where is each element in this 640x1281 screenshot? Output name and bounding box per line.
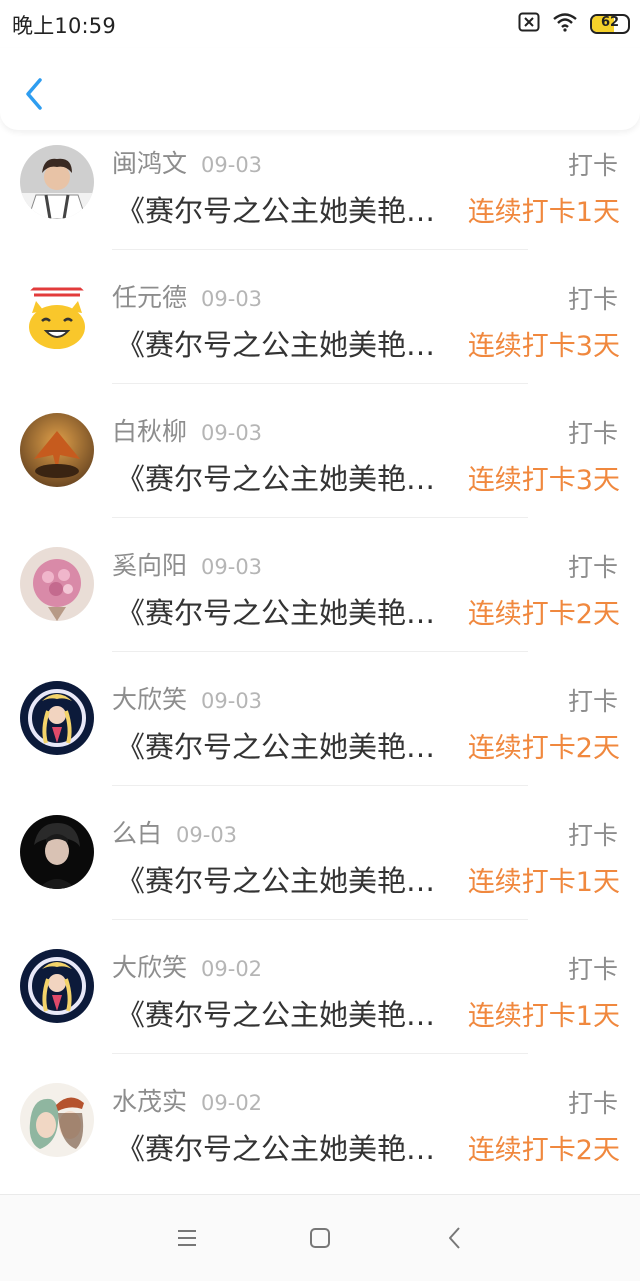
book-title: 《赛尔号之公主她美艳动人》 <box>116 1132 456 1166</box>
status-icons: 62 <box>518 10 630 38</box>
checkin-row[interactable]: 大欣笑 09-03 打卡 《赛尔号之公主她美艳动人》 连续打卡2天 <box>0 666 640 800</box>
book-title: 《赛尔号之公主她美艳动人》 <box>116 730 456 764</box>
avatar[interactable] <box>20 949 94 1023</box>
menu-button[interactable] <box>172 1223 202 1253</box>
divider <box>112 919 528 920</box>
checkin-action-label: 打卡 <box>567 553 618 582</box>
checkin-date: 09-03 <box>201 287 263 311</box>
checkin-row[interactable]: 任元德 09-03 打卡 《赛尔号之公主她美艳动人》 连续打卡3天 <box>0 264 640 398</box>
wifi-icon <box>552 12 578 36</box>
checkin-date: 09-03 <box>201 555 263 579</box>
checkin-date: 09-03 <box>201 421 263 445</box>
streak-label: 连续打卡2天 <box>467 1135 620 1166</box>
divider <box>112 517 528 518</box>
chevron-left-icon <box>26 78 42 110</box>
user-name: 水茂实 09-02 <box>112 1087 263 1116</box>
divider <box>112 383 528 384</box>
divider <box>112 249 528 250</box>
user-name: 白秋柳 09-03 <box>112 417 263 446</box>
checkin-action-label: 打卡 <box>567 419 618 448</box>
checkin-date: 09-03 <box>201 153 263 177</box>
status-bar: 晚上10:59 62 <box>0 0 640 48</box>
book-title: 《赛尔号之公主她美艳动人》 <box>116 328 456 362</box>
battery-icon: 62 <box>590 14 630 34</box>
streak-label: 连续打卡1天 <box>467 197 620 228</box>
avatar[interactable] <box>20 145 94 219</box>
book-title: 《赛尔号之公主她美艳动人》 <box>116 596 456 630</box>
checkin-action-label: 打卡 <box>567 955 618 984</box>
streak-label: 连续打卡2天 <box>467 599 620 630</box>
book-title: 《赛尔号之公主她美艳动人》 <box>116 998 456 1032</box>
system-back-button[interactable] <box>440 1223 470 1253</box>
app-bar <box>0 48 640 130</box>
avatar[interactable] <box>20 1083 94 1157</box>
divider <box>112 651 528 652</box>
checkin-action-label: 打卡 <box>567 1089 618 1118</box>
avatar[interactable] <box>20 413 94 487</box>
avatar[interactable] <box>20 815 94 889</box>
battery-level: 62 <box>600 15 620 30</box>
user-name: 大欣笑 09-02 <box>112 953 263 982</box>
checkin-row[interactable]: 大欣笑 09-02 打卡 《赛尔号之公主她美艳动人》 连续打卡1天 <box>0 934 640 1068</box>
back-triangle-icon <box>449 1227 460 1249</box>
book-title: 《赛尔号之公主她美艳动人》 <box>116 194 456 228</box>
avatar[interactable] <box>20 279 94 353</box>
checkin-action-label: 打卡 <box>567 285 618 314</box>
menu-icon <box>178 1230 196 1246</box>
checkin-date: 09-03 <box>201 689 263 713</box>
checkin-row[interactable]: 水茂实 09-02 打卡 《赛尔号之公主她美艳动人》 连续打卡2天 <box>0 1068 640 1194</box>
checkin-list: 闽鸿文 09-03 打卡 《赛尔号之公主她美艳动人》 连续打卡1天 任元德 09-0… <box>0 130 640 1194</box>
book-title: 《赛尔号之公主她美艳动人》 <box>116 462 456 496</box>
checkin-action-label: 打卡 <box>567 151 618 180</box>
avatar[interactable] <box>20 547 94 621</box>
checkin-action-label: 打卡 <box>567 687 618 716</box>
checkin-row[interactable]: 闽鸿文 09-03 打卡 《赛尔号之公主她美艳动人》 连续打卡1天 <box>0 130 640 264</box>
checkin-date: 09-02 <box>201 1091 263 1115</box>
divider <box>112 1053 528 1054</box>
user-name: 闽鸿文 09-03 <box>112 149 263 178</box>
streak-label: 连续打卡3天 <box>467 465 620 496</box>
user-name: 奚向阳 09-03 <box>112 551 263 580</box>
user-name: 任元德 09-03 <box>112 283 263 312</box>
checkin-row[interactable]: 白秋柳 09-03 打卡 《赛尔号之公主她美艳动人》 连续打卡3天 <box>0 398 640 532</box>
book-title: 《赛尔号之公主她美艳动人》 <box>116 864 456 898</box>
home-square-icon <box>310 1228 330 1248</box>
checkin-row[interactable]: 奚向阳 09-03 打卡 《赛尔号之公主她美艳动人》 连续打卡2天 <box>0 532 640 666</box>
user-name: 么白 09-03 <box>112 819 238 848</box>
avatar[interactable] <box>20 681 94 755</box>
system-nav-bar <box>0 1194 640 1281</box>
sim-off-icon <box>518 12 540 36</box>
status-time: 晚上10:59 <box>12 14 116 38</box>
back-button[interactable] <box>18 74 54 114</box>
checkin-date: 09-03 <box>176 823 238 847</box>
home-button[interactable] <box>305 1223 335 1253</box>
user-name: 大欣笑 09-03 <box>112 685 263 714</box>
checkin-action-label: 打卡 <box>567 821 618 850</box>
checkin-date: 09-02 <box>201 957 263 981</box>
streak-label: 连续打卡1天 <box>467 867 620 898</box>
streak-label: 连续打卡3天 <box>467 331 620 362</box>
checkin-row[interactable]: 么白 09-03 打卡 《赛尔号之公主她美艳动人》 连续打卡1天 <box>0 800 640 934</box>
divider <box>112 785 528 786</box>
streak-label: 连续打卡1天 <box>467 1001 620 1032</box>
streak-label: 连续打卡2天 <box>467 733 620 764</box>
